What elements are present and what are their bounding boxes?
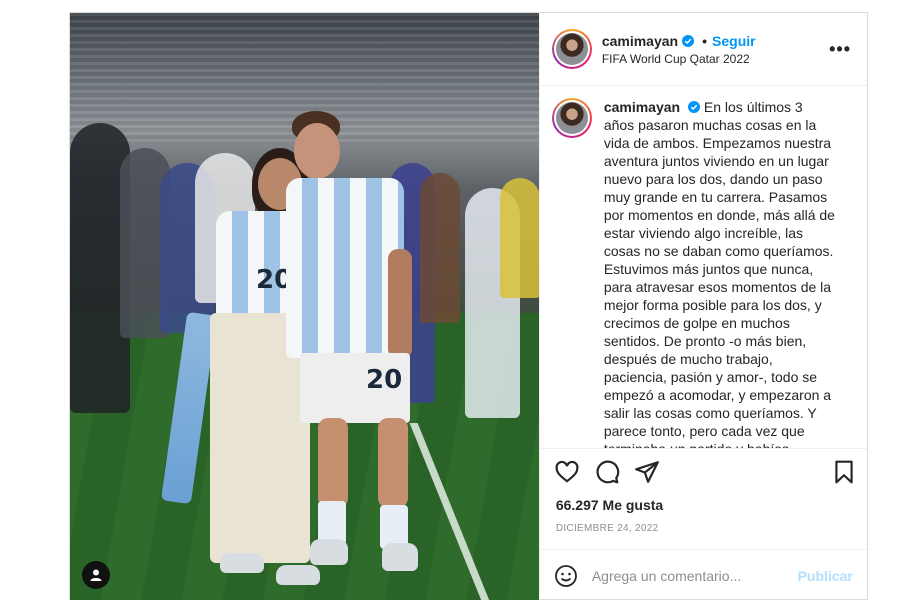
- caption-text: En los últimos 3 años pasaron muchas cos…: [603, 99, 835, 448]
- verified-badge-icon: [682, 34, 695, 47]
- verified-badge-icon: [688, 101, 700, 113]
- publish-button[interactable]: Publicar: [798, 568, 853, 584]
- background-person: [500, 178, 539, 298]
- post-photo[interactable]: 20 20: [70, 13, 539, 600]
- user-tag-icon[interactable]: [82, 561, 110, 589]
- comment-input[interactable]: [591, 567, 798, 584]
- shorts-number: 20: [366, 365, 403, 395]
- comment-icon[interactable]: [594, 459, 620, 485]
- post-location[interactable]: FIFA World Cup Qatar 2022: [602, 52, 829, 66]
- caption-author-avatar[interactable]: [551, 98, 592, 138]
- author-username[interactable]: camimayan: [602, 33, 678, 49]
- author-avatar[interactable]: [551, 29, 592, 69]
- share-icon[interactable]: [634, 459, 660, 485]
- heart-icon[interactable]: [554, 459, 580, 485]
- post-date: DICIEMBRE 24, 2022: [555, 523, 659, 534]
- post-actions: 66.297 Me gusta DICIEMBRE 24, 2022 Publi…: [539, 448, 869, 600]
- instagram-post: 20 20 camimayan • Seguir FIFA World Cup …: [69, 12, 869, 600]
- post-header: camimayan • Seguir FIFA World Cup Qatar …: [539, 13, 867, 86]
- separator-dot: •: [702, 32, 708, 49]
- caption-area: camimayan En los últimos 3 años pasaron …: [540, 86, 867, 448]
- background-person: [420, 173, 460, 323]
- like-count[interactable]: 66.297 Me gusta: [540, 489, 869, 513]
- caption-username[interactable]: camimayan: [604, 99, 680, 115]
- comment-bar: Publicar: [539, 549, 869, 600]
- post-side-panel: camimayan • Seguir FIFA World Cup Qatar …: [538, 13, 869, 600]
- follow-button[interactable]: Seguir: [712, 33, 756, 49]
- more-options-icon[interactable]: •••: [829, 39, 851, 60]
- emoji-icon[interactable]: [554, 564, 578, 588]
- bookmark-icon[interactable]: [831, 459, 857, 485]
- caption: camimayan En los últimos 3 años pasaron …: [604, 98, 836, 448]
